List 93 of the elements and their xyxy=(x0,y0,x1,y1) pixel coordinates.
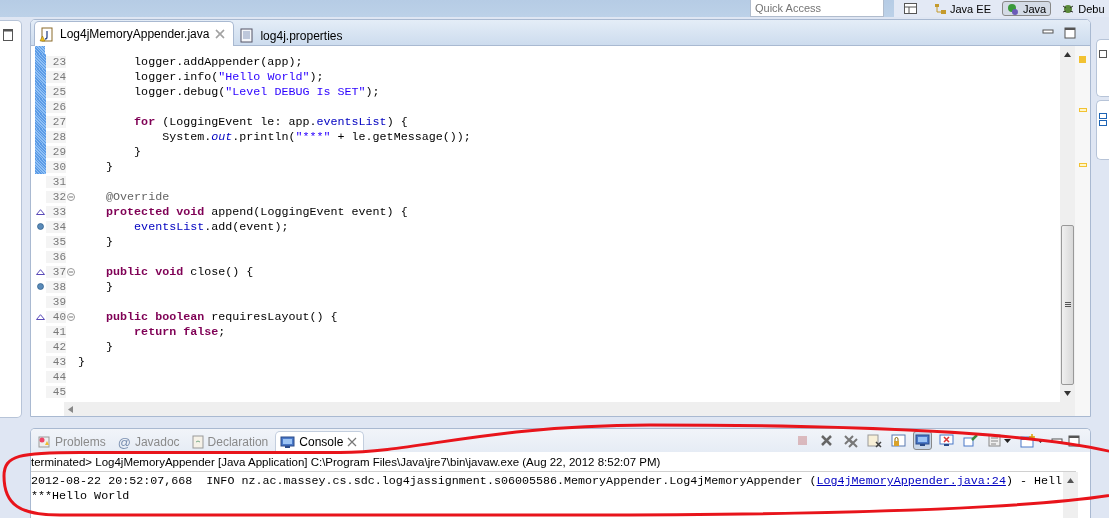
warning-marker-icon[interactable] xyxy=(1079,56,1086,63)
process-label: terminated> Log4jMemoryAppender [Java Application] C:\Program Files\Java\jre7\bin\javaw.exe (Aug 22, 2012 8:52:07 PM) xyxy=(31,452,1076,472)
scroll-thumb[interactable] xyxy=(1061,225,1074,385)
file-icon xyxy=(239,28,255,43)
line-number: 39 xyxy=(46,295,66,308)
line-number: 31 xyxy=(46,175,66,188)
maximize-icon[interactable] xyxy=(1064,26,1076,39)
source-link[interactable]: Log4jMemoryAppender.java:24 xyxy=(816,474,1006,488)
line-number: 43 xyxy=(46,355,66,368)
clear-console-icon xyxy=(867,433,882,448)
code-line: } xyxy=(77,354,85,369)
code-line: } xyxy=(105,234,114,249)
line-number: 38 xyxy=(46,280,66,293)
at-sign-icon: @ xyxy=(117,434,131,450)
line-number: 44 xyxy=(46,370,66,383)
pin-icon xyxy=(963,433,978,448)
code-line: protected void append(LoggingEvent event) { xyxy=(105,204,408,219)
console-output: 2012-08-22 20:52:07,668 INFO nz.ac.massey.cs.sdc.log4jassignment.s06005586.MemoryAppender.Log4jMemoryAppender (Log4jMemoryAppender.java:24) - Hell xyxy=(31,474,1063,489)
code-line: logger.debug("Level DEBUG Is SET"); xyxy=(133,84,380,99)
new-console-icon xyxy=(1020,433,1035,448)
line-number: 33 xyxy=(46,205,66,218)
lock-icon xyxy=(891,433,906,448)
line-number: 23 xyxy=(46,55,66,68)
perspective-icon xyxy=(934,2,946,15)
editor-tab[interactable]: log4j.properties xyxy=(234,24,352,46)
line-number: 42 xyxy=(46,340,66,353)
occurrence-marker-icon[interactable] xyxy=(1078,108,1087,112)
view-tab[interactable]: Console xyxy=(275,431,365,452)
perspective-icon xyxy=(1062,2,1075,15)
code-line: } xyxy=(105,279,114,294)
code-line: @Override xyxy=(105,189,170,204)
console-output: ***Hello World xyxy=(31,489,131,504)
line-number: 27 xyxy=(46,115,66,128)
open-perspective-icon[interactable] xyxy=(904,3,917,14)
code-line: logger.addAppender(app); xyxy=(133,54,303,69)
perspective-button[interactable]: Debu xyxy=(1057,1,1109,16)
quick-access-field[interactable]: Quick Access xyxy=(750,0,884,17)
line-number: 30 xyxy=(46,160,66,173)
scroll-up-icon[interactable] xyxy=(1064,52,1071,57)
clear-console-button[interactable] xyxy=(865,431,884,450)
code-line: logger.info("Hello World"); xyxy=(133,69,324,84)
line-number: 34 xyxy=(46,220,66,233)
line-number: 26 xyxy=(46,100,66,113)
line-number: 28 xyxy=(46,130,66,143)
line-number: 40 xyxy=(46,310,66,323)
close-icon[interactable] xyxy=(215,29,226,39)
problems-icon xyxy=(37,435,51,449)
line-number: 32 xyxy=(46,190,66,203)
monitor-icon xyxy=(280,435,296,449)
vertical-scrollbar[interactable] xyxy=(1060,46,1075,416)
code-line: return false; xyxy=(133,324,226,339)
code-line: public void close() { xyxy=(105,264,254,279)
editor-tab[interactable]: Log4jMemoryAppender.java xyxy=(34,21,235,46)
view-icon[interactable] xyxy=(1099,50,1107,58)
scroll-down-icon[interactable] xyxy=(1064,391,1071,396)
code-line: } xyxy=(105,339,114,354)
close-all-icon xyxy=(843,433,858,448)
line-number: 35 xyxy=(46,235,66,248)
file-icon xyxy=(39,26,54,42)
minimize-icon[interactable] xyxy=(1042,26,1054,37)
dropdown-caret-icon[interactable] xyxy=(1004,438,1011,443)
code-line: eventsList.add(event); xyxy=(133,219,289,234)
perspective-icon xyxy=(1006,2,1019,15)
occurrence-marker-icon[interactable] xyxy=(1078,163,1087,167)
scroll-left-icon[interactable] xyxy=(68,405,73,413)
maximize-icon[interactable] xyxy=(1068,434,1080,447)
display-icon xyxy=(987,433,1002,448)
code-line: } xyxy=(133,144,142,159)
outline-icon[interactable] xyxy=(1099,111,1107,127)
display-button[interactable] xyxy=(985,431,1013,450)
code-line: System.out.println("***" + le.getMessage()); xyxy=(161,129,471,144)
close-icon[interactable] xyxy=(347,437,358,447)
line-number: 36 xyxy=(46,250,66,263)
monitor-error-icon xyxy=(939,433,954,448)
close-icon xyxy=(819,433,834,448)
line-number: 37 xyxy=(46,265,66,278)
line-number: 41 xyxy=(46,325,66,338)
scroll-up-icon[interactable] xyxy=(1067,478,1074,483)
code-line: for (LoggingEvent le: app.eventsList) { xyxy=(133,114,408,129)
document-icon xyxy=(191,435,204,449)
line-number: 45 xyxy=(46,385,66,398)
dropdown-caret-icon[interactable] xyxy=(1037,438,1044,443)
code-line: } xyxy=(105,159,114,174)
line-number: 24 xyxy=(46,70,66,83)
perspective-button[interactable]: Java xyxy=(1001,1,1052,16)
line-number: 25 xyxy=(46,85,66,98)
code-line: public boolean requiresLayout() { xyxy=(105,309,338,324)
monitor-icon xyxy=(915,433,930,448)
stop-icon xyxy=(795,433,810,448)
grip-icon xyxy=(1064,302,1071,308)
line-number: 29 xyxy=(46,145,66,158)
perspective-button[interactable]: Java EE xyxy=(929,1,996,16)
restore-icon[interactable] xyxy=(3,29,13,41)
